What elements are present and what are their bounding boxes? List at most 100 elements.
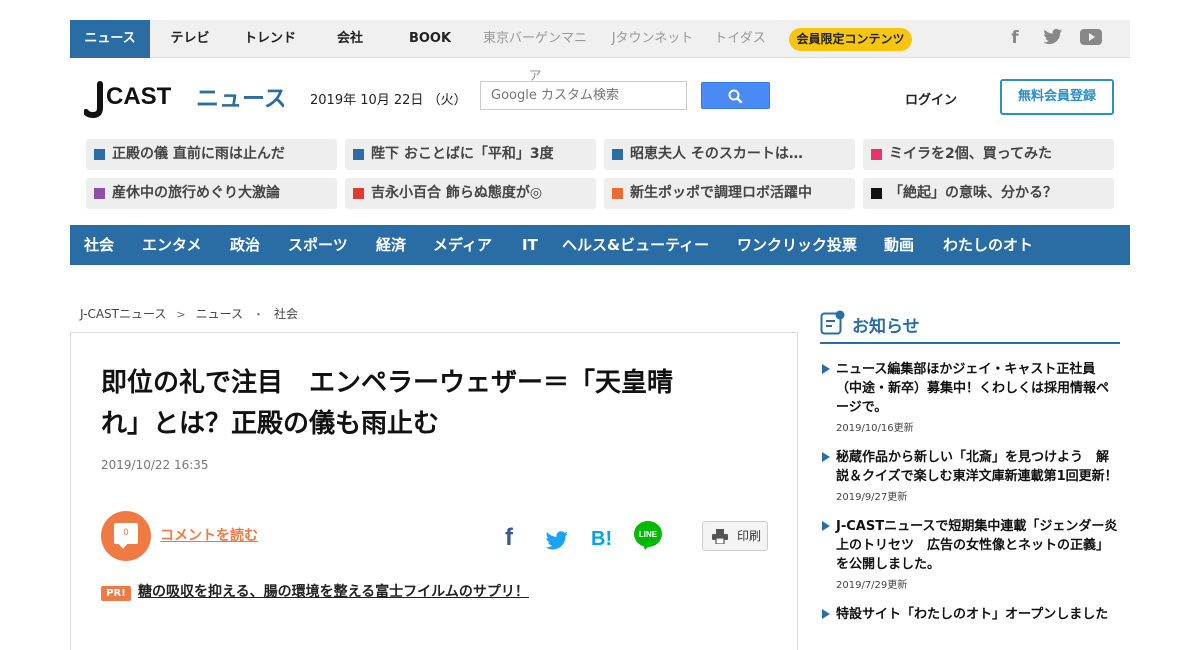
arrow-right-icon [822,364,830,374]
arrow-right-icon [822,521,830,531]
search-icon [728,89,743,104]
trending-item[interactable]: 陛下 おことばに「平和」3度 [345,139,596,170]
trending-item[interactable]: 吉永小百合 飾らぬ態度が◎ [345,178,596,209]
hatena-bookmark-icon[interactable]: B! [591,523,617,551]
category-nav: 社会 エンタメ 政治 スポーツ 経済 メディア IT ヘルス&ビューティー ワン… [70,213,1130,265]
trending-label: 陛下 おことばに「平和」3度 [371,146,554,162]
category-sports[interactable]: スポーツ [288,225,348,265]
topnav-tokyo-bargain[interactable]: 東京バーゲンマニア [480,20,590,84]
line-icon[interactable]: LINE [633,519,663,551]
print-button[interactable]: 印刷 [702,521,768,551]
notice-icon [820,310,845,335]
article-date: 2019/10/22 16:35 [101,458,209,472]
topnav-news[interactable]: ニュース [70,20,150,58]
notice-item[interactable]: 秘蔵作品から新しい「北斎」を見つけよう 解説＆クイズで楽しむ東洋文庫新連載第1回… [820,448,1120,503]
read-comments-link[interactable]: コメントを読む [160,525,258,545]
top-nav-bar: ニュース テレビ トレンド 会社 BOOK 東京バーゲンマニア Jタウンネット … [70,20,1130,84]
twitter-icon[interactable] [545,523,569,551]
trending-item[interactable]: 昭恵夫人 そのスカートは… [604,139,855,170]
youtube-icon[interactable] [1078,28,1104,50]
article-title-line: 即位の礼で注目 エンペラーウェザー＝「天皇晴 [101,368,674,398]
line-label: LINE [639,530,658,539]
notice-list: ニュース編集部ほかジェイ・キャスト正社員（中途・新卒）募集中！くわしくは採用情報… [820,360,1120,638]
notice-date: 2019/9/27更新 [836,492,908,503]
bullet-square [612,188,623,199]
bullet-square [871,149,882,160]
category-society[interactable]: 社会 [84,225,114,265]
category-media[interactable]: メディア [433,225,492,265]
trending-item[interactable]: 産休中の旅行めぐり大激論 [86,178,337,209]
search-input[interactable] [480,81,687,110]
print-label: 印刷 [737,529,762,543]
arrow-right-icon [822,452,830,462]
breadcrumb-society[interactable]: 社会 [274,307,298,321]
trending-item[interactable]: 正殿の儀 直前に雨は止んだ [86,139,337,170]
notice-date: 2019/7/29更新 [836,580,908,591]
printer-icon [712,529,728,544]
topnav-company[interactable]: 会社 [320,20,380,58]
notice-text: 特設サイト「わたしのオト」オープンしました [836,607,1109,622]
notice-text: ニュース編集部ほかジェイ・キャスト正社員（中途・新卒）募集中！くわしくは採用情報… [836,362,1110,415]
trending-label: 昭恵夫人 そのスカートは… [630,146,803,162]
pr-mark: PR [1033,212,1048,222]
bullet-square [871,188,882,199]
comment-count-button[interactable]: 0 [101,511,151,561]
topnav-trend[interactable]: トレンド [235,20,305,58]
hatena-label: B! [591,528,612,550]
category-politics[interactable]: 政治 [230,225,260,265]
notice-text: J-CASTニュースで短期集中連載「ジェンダー炎上のトリセツ 広告の女性像とネッ… [836,519,1118,572]
register-button[interactable]: 無料会員登録 [1000,79,1114,115]
category-economy[interactable]: 経済 [376,225,406,265]
site-header: CAST ニュース 2019年 10月 22日 （火） ログイン 無料会員登録 [70,58,1130,136]
page: ニュース テレビ トレンド 会社 BOOK 東京バーゲンマニア Jタウンネット … [70,20,1130,650]
search-button[interactable] [701,82,770,109]
category-one-click-vote[interactable]: ワンクリック投票 [737,225,857,265]
trending-item[interactable]: 新生ポッポで調理ロボ活躍中 [604,178,855,209]
notice-item[interactable]: J-CASTニュースで短期集中連載「ジェンダー炎上のトリセツ 広告の女性像とネッ… [820,517,1120,591]
trending-label: 正殿の儀 直前に雨は止んだ [112,146,285,162]
category-watashi-no-oto[interactable]: わたしのオト PR [943,213,1047,265]
bullet-square [353,188,364,199]
pr-ad-link[interactable]: 糖の吸収を抑える、腸の環境を整える富士フイルムのサプリ！ [138,581,529,601]
notice-title: お知らせ [852,317,920,337]
trending-label: 吉永小百合 飾らぬ態度が◎ [371,185,543,201]
topnav-toidas[interactable]: トイダス [710,20,770,58]
trending-label: 新生ポッポで調理ロボ活躍中 [630,185,812,201]
logo-news-text: ニュース [196,86,284,112]
breadcrumb: J-CASTニュース > ニュース・社会 [80,305,298,322]
breadcrumb-home[interactable]: J-CASTニュース [80,307,166,321]
topnav-book[interactable]: BOOK [400,20,460,58]
notice-item[interactable]: 特設サイト「わたしのオト」オープンしました [820,605,1120,624]
category-entertainment[interactable]: エンタメ [142,225,202,265]
notice-text: 秘蔵作品から新しい「北斎」を見つけよう 解説＆クイズで楽しむ東洋文庫新連載第1回… [836,450,1118,484]
topnav-tv[interactable]: テレビ [160,20,220,58]
trending-label: ミイラを2個、買ってみた [889,146,1053,162]
svg-text:f: f [505,524,514,551]
category-health-beauty[interactable]: ヘルス&ビューティー [562,225,709,265]
facebook-icon[interactable]: f [501,523,521,551]
trending-label: 産休中の旅行めぐり大激論 [112,185,280,201]
category-it[interactable]: IT [522,225,538,265]
notice-header: お知らせ [820,308,1120,344]
breadcrumb-news[interactable]: ニュース [196,307,243,321]
article: 即位の礼で注目 エンペラーウェザー＝「天皇晴 れ」とは？正殿の儀も雨止む 201… [70,332,798,650]
category-video[interactable]: 動画 [884,225,914,265]
article-title-line: れ」とは？正殿の儀も雨止む [101,409,440,439]
bullet-square [94,188,105,199]
breadcrumb-separator: ・ [253,308,265,321]
bullet-square [353,149,364,160]
facebook-icon[interactable]: f [1002,28,1028,50]
topnav-jtown[interactable]: Jタウンネット [610,20,695,58]
bullet-square [612,149,623,160]
notice-item[interactable]: ニュース編集部ほかジェイ・キャスト正社員（中途・新卒）募集中！くわしくは採用情報… [820,360,1120,434]
jcast-logo[interactable]: CAST ニュース [83,78,287,120]
breadcrumb-separator: > [176,308,186,321]
member-contents-button[interactable]: 会員限定コンテンツ [789,28,912,51]
trending-item[interactable]: ミイラを2個、買ってみた [863,139,1114,170]
login-link[interactable]: ログイン [905,89,957,108]
trending-item[interactable]: 「絶起」の意味、分かる？ [863,178,1114,209]
pr-badge: PR! [101,586,131,601]
sidebar-notices: お知らせ ニュース編集部ほかジェイ・キャスト正社員（中途・新卒）募集中！くわしく… [820,308,1120,622]
twitter-icon[interactable] [1040,28,1066,50]
comment-bubble-tail [118,543,128,549]
